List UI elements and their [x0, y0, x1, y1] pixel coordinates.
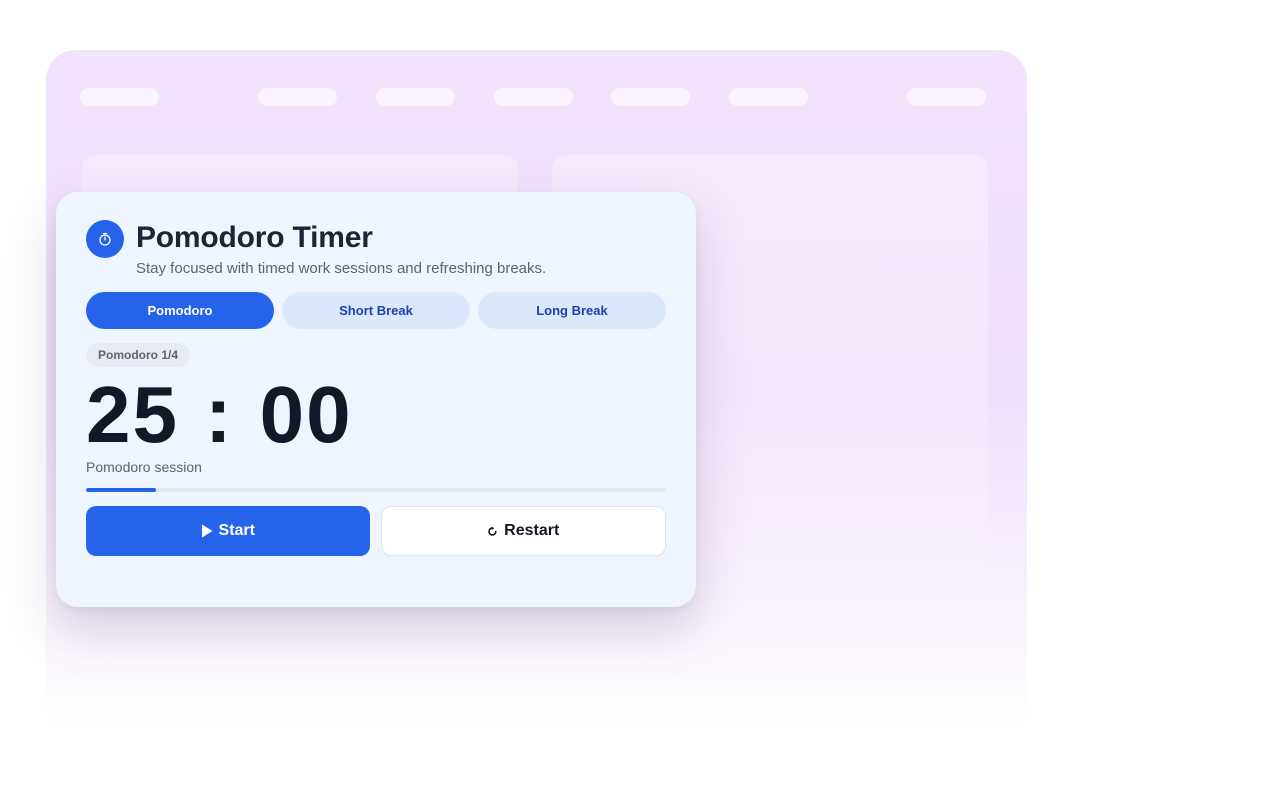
- pomodoro-card: Pomodoro Timer Stay focused with timed w…: [56, 192, 696, 607]
- tab-pomodoro[interactable]: Pomodoro: [86, 292, 274, 329]
- timer-display: 25 : 00: [86, 373, 666, 457]
- session-label: Pomodoro session: [86, 459, 202, 475]
- background-placeholder-pill: [611, 88, 690, 106]
- mode-tabs: Pomodoro Short Break Long Break: [86, 292, 666, 329]
- play-icon: [201, 524, 213, 538]
- stopwatch-glyph: [99, 232, 111, 246]
- restart-icon: [487, 526, 498, 537]
- background-placeholder-pill: [258, 88, 337, 106]
- restart-button[interactable]: Restart: [380, 506, 666, 556]
- tab-short-break[interactable]: Short Break: [282, 292, 470, 329]
- timer-seconds: 00: [259, 370, 353, 459]
- restart-button-label: Restart: [504, 522, 560, 539]
- background-placeholder-pill: [729, 88, 808, 106]
- start-button-label: Start: [218, 522, 255, 539]
- timer-separator: :: [204, 370, 234, 459]
- page-title: Pomodoro Timer: [136, 221, 373, 254]
- page-subtitle: Stay focused with timed work sessions an…: [136, 260, 547, 277]
- stopwatch-icon: [86, 220, 124, 258]
- background-placeholder-pill: [907, 88, 986, 106]
- session-progress-fill: [86, 488, 156, 492]
- background-placeholder-pill: [494, 88, 573, 106]
- timer-controls: Start Restart: [86, 506, 666, 556]
- session-progress-bar: [86, 488, 666, 492]
- timer-minutes: 25: [86, 370, 179, 459]
- background-placeholder-pill: [376, 88, 455, 106]
- background-placeholder-pill: [80, 88, 159, 106]
- session-count-badge: Pomodoro 1/4: [86, 343, 191, 367]
- card-header: Pomodoro Timer Stay focused with timed w…: [86, 220, 666, 280]
- tab-long-break[interactable]: Long Break: [478, 292, 666, 329]
- start-button[interactable]: Start: [86, 506, 370, 556]
